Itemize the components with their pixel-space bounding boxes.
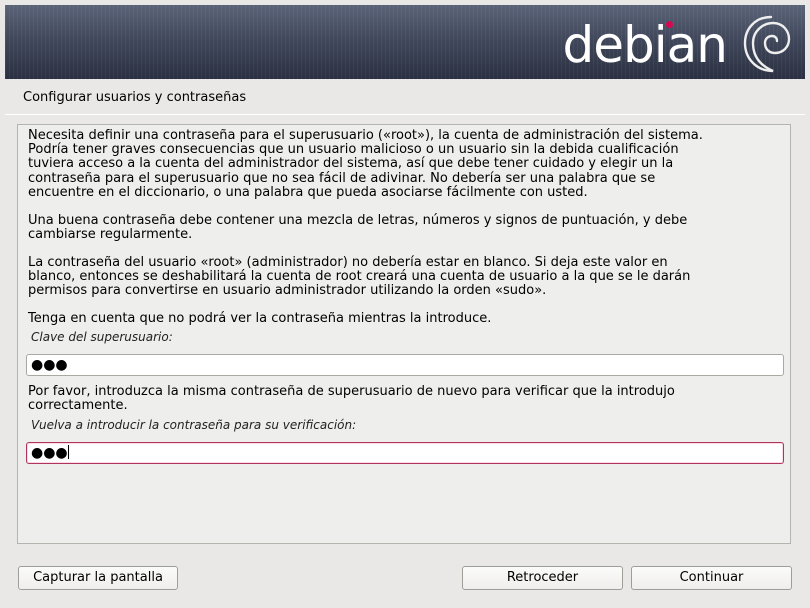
debian-logo-text: debian	[562, 16, 728, 74]
root-blank-paragraph: La contraseña del usuario «root» (admini…	[28, 255, 691, 299]
screenshot-button[interactable]: Capturar la pantalla	[18, 566, 178, 590]
content-panel: Necesita definir una contraseña para el …	[17, 124, 791, 544]
continue-button[interactable]: Continuar	[631, 566, 792, 590]
verify-instructions: Por favor, introduzca la misma contraseñ…	[28, 384, 675, 414]
password-advice-paragraph: Una buena contraseña debe contener una m…	[28, 213, 688, 243]
verify-password-input[interactable]: ●●●	[26, 442, 784, 464]
hidden-password-note: Tenga en cuenta que no podrá ver la cont…	[28, 311, 492, 326]
root-password-mask: ●●●	[31, 357, 68, 373]
verify-password-mask: ●●●	[31, 445, 68, 461]
header-banner: debian	[5, 5, 805, 79]
page-title: Configurar usuarios y contraseñas	[23, 90, 247, 105]
root-password-input[interactable]: ●●●	[26, 354, 784, 376]
logo-dot	[666, 21, 673, 28]
intro-paragraph: Necesita definir una contraseña para el …	[28, 128, 703, 200]
back-button[interactable]: Retroceder	[462, 566, 623, 590]
title-divider	[5, 114, 805, 115]
debian-swirl-icon	[743, 15, 791, 73]
text-caret	[67, 445, 69, 459]
verify-password-label: Vuelva a introducir la contraseña para s…	[31, 418, 357, 432]
root-password-label: Clave del superusuario:	[31, 330, 173, 344]
